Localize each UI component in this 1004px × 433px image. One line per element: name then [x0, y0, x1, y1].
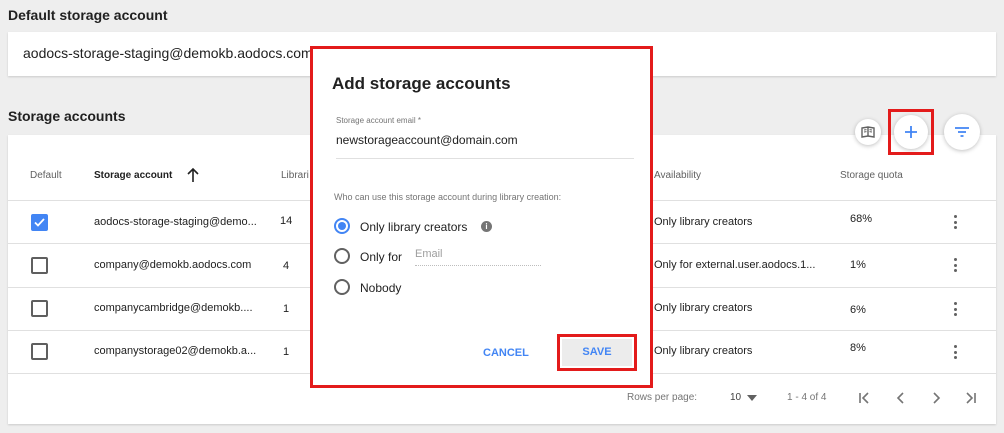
radio-only-for[interactable] — [334, 248, 350, 264]
default-checkbox[interactable] — [31, 257, 48, 274]
dialog-title: Add storage accounts — [332, 74, 511, 93]
header-default: Default — [30, 170, 62, 181]
row-menu-kebab-icon[interactable] — [954, 215, 958, 229]
radio-only-library-creators[interactable] — [334, 218, 350, 234]
radio-nobody[interactable] — [334, 279, 350, 295]
row-quota: 6% — [850, 304, 866, 316]
row-libraries: 1 — [283, 346, 290, 358]
book-icon — [861, 126, 875, 138]
cancel-button[interactable]: CANCEL — [483, 347, 529, 359]
first-page-icon[interactable] — [858, 391, 870, 405]
add-storage-dialog: Add storage accounts Storage account ema… — [310, 46, 653, 388]
filter-icon — [955, 127, 969, 137]
availability-question: Who can use this storage account during … — [334, 192, 562, 202]
row-libraries: 4 — [283, 260, 290, 272]
row-account[interactable]: companystorage02@demokb.a... — [94, 345, 256, 357]
header-libraries: Libraries — [281, 170, 309, 181]
row-account[interactable]: companycambridge@demokb.... — [94, 302, 253, 314]
row-quota: 8% — [850, 342, 866, 354]
row-libraries: 14 — [280, 215, 293, 227]
row-availability: Only library creators — [654, 345, 753, 357]
default-storage-email: aodocs-storage-staging@demokb.aodocs.com — [23, 45, 313, 61]
row-quota: 1% — [850, 259, 866, 271]
book-button[interactable] — [855, 119, 881, 145]
header-availability: Availability — [654, 170, 702, 181]
row-menu-kebab-icon[interactable] — [954, 302, 958, 316]
row-availability: Only library creators — [654, 302, 753, 314]
default-checkbox[interactable] — [31, 214, 48, 231]
radio-label-only-for[interactable]: Only for — [360, 250, 402, 264]
radio-label-nobody[interactable]: Nobody — [360, 281, 401, 295]
save-button[interactable]: SAVE — [562, 339, 632, 366]
info-icon[interactable]: i — [481, 221, 492, 232]
row-availability: Only library creators — [654, 216, 753, 228]
row-libraries: 1 — [283, 303, 290, 315]
next-page-icon[interactable] — [930, 391, 942, 405]
filter-button[interactable] — [944, 114, 980, 150]
prev-page-icon[interactable] — [895, 391, 907, 405]
rows-per-page-label: Rows per page: — [627, 392, 698, 403]
storage-account-email-input[interactable]: newstorageaccount@domain.com — [336, 133, 634, 159]
header-storage-account[interactable]: Storage account — [94, 170, 172, 181]
rows-per-page-select[interactable]: 10 — [730, 392, 741, 403]
email-field-label: Storage account email * — [336, 116, 421, 125]
default-storage-title: Default storage account — [8, 7, 168, 23]
default-checkbox[interactable] — [31, 343, 48, 360]
last-page-icon[interactable] — [965, 391, 977, 405]
row-account[interactable]: aodocs-storage-staging@demo... — [94, 216, 257, 228]
default-checkbox[interactable] — [31, 300, 48, 317]
only-for-email-input[interactable]: Email — [415, 248, 541, 266]
row-availability: Only for external.user.aodocs.1... — [654, 259, 816, 271]
save-button-highlight: SAVE — [557, 334, 637, 371]
dropdown-caret-icon[interactable] — [747, 395, 757, 401]
header-storage-quota: Storage quota — [840, 170, 903, 181]
radio-label-only-library-creators[interactable]: Only library creators — [360, 220, 467, 234]
row-quota: 68% — [850, 213, 873, 225]
sort-arrow-up-icon[interactable] — [186, 167, 200, 183]
row-menu-kebab-icon[interactable] — [954, 345, 958, 359]
row-menu-kebab-icon[interactable] — [954, 258, 958, 272]
check-icon — [34, 218, 45, 227]
add-button-highlight — [888, 109, 934, 155]
storage-accounts-title: Storage accounts — [8, 108, 126, 124]
row-account[interactable]: company@demokb.aodocs.com — [94, 259, 251, 271]
pagination-range: 1 - 4 of 4 — [787, 392, 827, 403]
